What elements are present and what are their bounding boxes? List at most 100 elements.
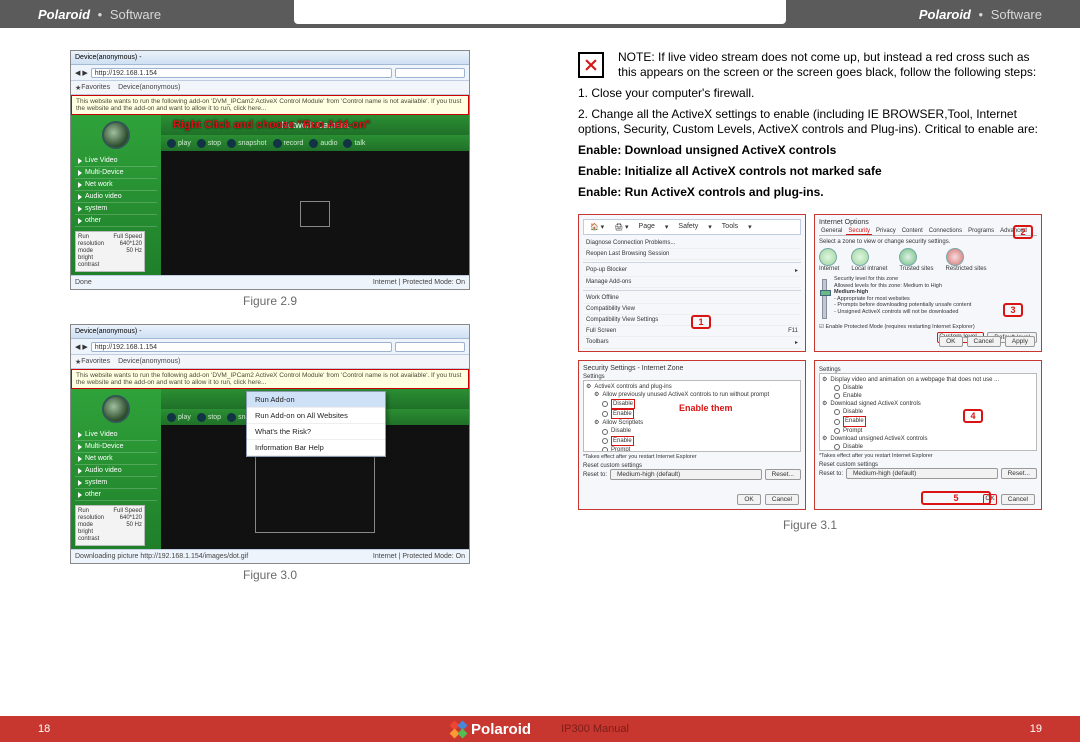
record-button[interactable]: record bbox=[273, 139, 304, 148]
figure-caption: Figure 3.0 bbox=[38, 568, 502, 582]
menu-item[interactable]: Compatibility View bbox=[583, 304, 801, 315]
figure-caption: Figure 3.1 bbox=[578, 518, 1042, 532]
brand-right: Polaroid • Software bbox=[919, 7, 1042, 22]
menu-item[interactable]: Work Offline bbox=[583, 293, 801, 304]
sidebar-item[interactable]: other bbox=[75, 489, 157, 501]
sidebar-item[interactable]: Audio video bbox=[75, 465, 157, 477]
camera-app-area: Live Video Multi-Device Net work Audio v… bbox=[71, 115, 469, 277]
ok-button[interactable]: OK bbox=[737, 494, 760, 505]
activex-warning-bar[interactable]: This website wants to run the following … bbox=[71, 369, 469, 389]
tabs-row[interactable]: General Security Privacy Content Connect… bbox=[819, 228, 1037, 236]
globe-icon bbox=[819, 248, 837, 266]
play-button[interactable]: play bbox=[167, 139, 191, 148]
ok-button[interactable]: OK bbox=[939, 336, 962, 347]
address-bar[interactable]: ◀ ▶ http://192.168.1.154 bbox=[71, 339, 469, 355]
menu-item-whats-risk[interactable]: What's the Risk? bbox=[247, 424, 385, 440]
callout-3: 3 bbox=[1003, 303, 1023, 317]
play-button[interactable]: play bbox=[167, 413, 191, 422]
security-settings-right: Settings ⚙ Display video and animation o… bbox=[814, 360, 1042, 510]
enable-line-3: Enable: Run ActiveX controls and plug-in… bbox=[578, 185, 1042, 200]
cancel-button[interactable]: Cancel bbox=[765, 494, 799, 505]
tab-label[interactable]: Device(anonymous) bbox=[118, 84, 180, 91]
browser-toolbar: ★ Favorites Device(anonymous) bbox=[71, 355, 469, 369]
settings-list[interactable]: ⚙ Display video and animation on a webpa… bbox=[819, 373, 1037, 451]
audio-button[interactable]: audio bbox=[309, 139, 337, 148]
protected-mode-check[interactable]: Enable Protected Mode (requires restarti… bbox=[825, 324, 974, 330]
viewer-controls: play stop snapshot record audio talk bbox=[161, 135, 469, 151]
security-slider[interactable] bbox=[822, 279, 827, 319]
sidebar-item[interactable]: Multi-Device bbox=[75, 167, 157, 179]
reset-button[interactable]: Reset... bbox=[765, 469, 801, 480]
sidebar-item[interactable]: other bbox=[75, 215, 157, 227]
reset-combo[interactable]: Medium-high (default) bbox=[610, 469, 762, 480]
sidebar-item[interactable]: Live Video bbox=[75, 429, 157, 441]
context-menu[interactable]: Run Add-on Run Add-on on All Websites Wh… bbox=[246, 391, 386, 457]
placeholder-icon bbox=[300, 201, 330, 227]
footer-center: Polaroid IP300 Manual bbox=[451, 721, 629, 738]
sidebar-item[interactable]: system bbox=[75, 203, 157, 215]
brand-bold: Polaroid bbox=[38, 7, 90, 22]
sidebar-item[interactable]: Net work bbox=[75, 179, 157, 191]
page-spread: Device(anonymous) - ◀ ▶ http://192.168.1… bbox=[0, 28, 1080, 714]
url-field[interactable]: http://192.168.1.154 bbox=[91, 342, 392, 352]
tab-label[interactable]: Device(anonymous) bbox=[118, 358, 180, 365]
callout-2: 2 bbox=[1013, 225, 1033, 239]
cancel-button[interactable]: Cancel bbox=[967, 336, 1001, 347]
right-click-instruction: Right Click and choose "Run Add-on" bbox=[173, 119, 371, 131]
dialog-title: Internet Options bbox=[819, 219, 1037, 226]
camera-sidebar: Live Video Multi-Device Net work Audio v… bbox=[71, 389, 161, 551]
stop-button[interactable]: stop bbox=[197, 139, 221, 148]
status-bar: Downloading picture http://192.168.1.154… bbox=[71, 549, 469, 563]
sidebar-item[interactable]: system bbox=[75, 477, 157, 489]
address-bar[interactable]: ◀ ▶ http://192.168.1.154 bbox=[71, 65, 469, 81]
settings-list[interactable]: ⚙ ActiveX controls and plug-ins ⚙ Allow … bbox=[583, 380, 801, 452]
sidebar-item[interactable]: Live Video bbox=[75, 155, 157, 167]
talk-button[interactable]: talk bbox=[343, 139, 365, 148]
video-stage bbox=[161, 151, 469, 277]
sidebar-menu: Live Video Multi-Device Net work Audio v… bbox=[71, 155, 161, 227]
reset-combo[interactable]: Medium-high (default) bbox=[846, 468, 998, 479]
apply-button[interactable]: Apply bbox=[1005, 336, 1035, 347]
window-titlebar: Device(anonymous) - bbox=[71, 51, 469, 65]
menu-item[interactable]: Manage Add-ons bbox=[583, 277, 801, 288]
menu-item-run-all[interactable]: Run Add-on on All Websites bbox=[247, 408, 385, 424]
internet-options-screenshot: Internet Options General Security Privac… bbox=[814, 214, 1042, 352]
page-number-left: 18 bbox=[38, 723, 50, 735]
zones-row[interactable]: Internet Local intranet Trusted sites Re… bbox=[819, 248, 1037, 272]
activex-warning-bar[interactable]: This website wants to run the following … bbox=[71, 95, 469, 115]
url-field[interactable]: http://192.168.1.154 bbox=[91, 68, 392, 78]
dialog-buttons: OK Cancel Apply bbox=[939, 336, 1035, 347]
status-bar: Done Internet | Protected Mode: On bbox=[71, 275, 469, 289]
menu-item[interactable]: Explorer Bars▸ bbox=[583, 349, 801, 352]
menu-item-info-help[interactable]: Information Bar Help bbox=[247, 440, 385, 456]
restart-note: *Takes effect after you restart Internet… bbox=[583, 454, 801, 460]
screenshot-3-0: Device(anonymous) - ◀ ▶ http://192.168.1… bbox=[70, 324, 470, 564]
sidebar-item[interactable]: Multi-Device bbox=[75, 441, 157, 453]
status-left: Downloading picture http://192.168.1.154… bbox=[75, 553, 248, 560]
menu-item[interactable]: Reopen Last Browsing Session bbox=[583, 249, 801, 260]
page-right: NOTE: If live video stream does not come… bbox=[540, 28, 1080, 714]
stop-button[interactable]: stop bbox=[197, 413, 221, 422]
footer-bar: 18 Polaroid IP300 Manual 19 bbox=[0, 716, 1080, 742]
restart-note: *Takes effect after you restart Internet… bbox=[819, 453, 1037, 459]
enable-them-label: Enable them bbox=[679, 403, 733, 413]
sidebar-item[interactable]: Audio video bbox=[75, 191, 157, 203]
snapshot-button[interactable]: snapshot bbox=[227, 139, 266, 148]
screenshot-grid: 🏠 ▾🖨 ▾ Page▾ Safety▾ Tools▾ Diagnose Con… bbox=[578, 214, 1042, 510]
favorites-label[interactable]: Favorites bbox=[81, 84, 110, 91]
tools-dropdown[interactable]: Diagnose Connection Problems... Reopen L… bbox=[583, 238, 801, 352]
reset-button[interactable]: Reset... bbox=[1001, 468, 1037, 479]
status-right: Internet | Protected Mode: On bbox=[373, 279, 465, 286]
video-viewer: Network Camera play stop snapshot record… bbox=[161, 115, 469, 277]
favorites-label[interactable]: Favorites bbox=[81, 358, 110, 365]
cancel-button[interactable]: Cancel bbox=[1001, 494, 1035, 505]
menu-item-run-addon[interactable]: Run Add-on bbox=[247, 392, 385, 408]
menu-item[interactable]: Toolbars▸ bbox=[583, 337, 801, 349]
callout-1: 1 bbox=[691, 315, 711, 329]
search-field[interactable] bbox=[395, 68, 465, 78]
brand-section-r: Software bbox=[991, 7, 1042, 22]
search-field[interactable] bbox=[395, 342, 465, 352]
sidebar-item[interactable]: Net work bbox=[75, 453, 157, 465]
menu-item[interactable]: Diagnose Connection Problems... bbox=[583, 238, 801, 249]
menu-item[interactable]: Pop-up Blocker▸ bbox=[583, 265, 801, 277]
